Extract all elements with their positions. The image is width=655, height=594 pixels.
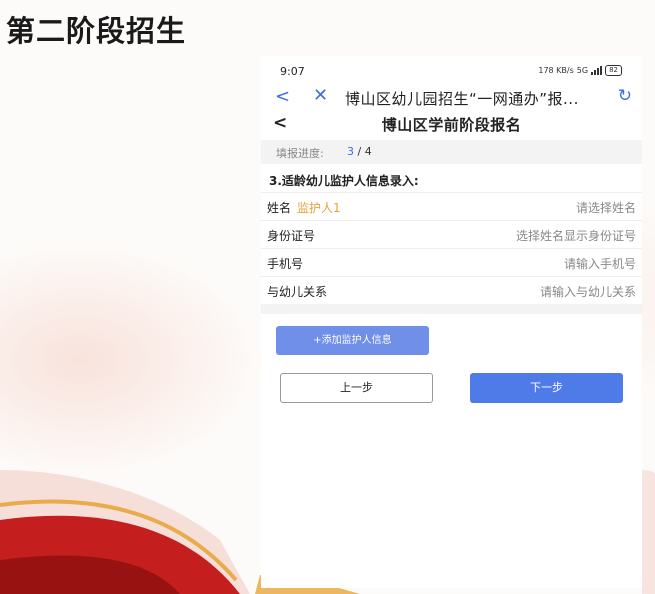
slide-title: 第二阶段招生 [6, 14, 187, 48]
progress-bar: 填报进度: 3 / 4 [261, 140, 642, 164]
guardian-tag: 监护人1 [297, 201, 341, 215]
divider [261, 304, 642, 314]
phone-row[interactable]: 手机号 请输入手机号 [261, 248, 642, 276]
battery-icon: 82 [605, 65, 622, 76]
progress-value: 3 / 4 [347, 145, 372, 158]
section-title: 3.适龄幼儿监护人信息录入: [269, 174, 419, 188]
phone-input[interactable]: 请输入手机号 [564, 255, 636, 272]
browser-close-icon[interactable]: ✕ [313, 85, 328, 106]
status-icons: 178 KB/s 5G 82 [538, 65, 622, 76]
phone-screenshot: 9:07 178 KB/s 5G 82 < ✕ 博山区幼儿园招生“一网通办”报.… [261, 56, 642, 588]
page-title: 博山区学前阶段报名 [381, 116, 522, 134]
progress-current: 3 [347, 145, 354, 158]
id-number-field: 选择姓名显示身份证号 [515, 229, 636, 243]
net-speed: 178 KB/s [538, 66, 574, 75]
signal-icon [591, 66, 603, 75]
browser-title: 博山区幼儿园招生“一网通办”报... [345, 90, 579, 108]
signal-label: 5G [576, 66, 589, 75]
browser-toolbar: < ✕ 博山区幼儿园招生“一网通办”报... ↻ [261, 84, 642, 110]
progress-total: 4 [364, 145, 372, 158]
relationship-label: 与幼儿关系 [267, 285, 328, 299]
status-time: 9:07 [280, 65, 305, 78]
prev-step-button[interactable]: 上一步 [280, 373, 433, 403]
add-guardian-button[interactable]: +添加监护人信息 [276, 326, 429, 355]
id-number-label: 身份证号 [267, 229, 316, 243]
id-number-row: 身份证号 选择姓名显示身份证号 [261, 220, 642, 248]
progress-separator: / [354, 145, 365, 158]
refresh-icon[interactable]: ↻ [618, 86, 632, 106]
name-label: 姓名 监护人1 [267, 201, 341, 215]
name-row[interactable]: 姓名 监护人1 请选择姓名 [261, 192, 642, 220]
next-step-button[interactable]: 下一步 [470, 373, 623, 403]
relationship-row[interactable]: 与幼儿关系 请输入与幼儿关系 [261, 276, 642, 304]
status-bar: 9:07 178 KB/s 5G 82 [261, 56, 642, 84]
progress-label: 填报进度: [276, 147, 324, 160]
phone-label: 手机号 [267, 257, 304, 271]
browser-back-icon[interactable]: < [275, 86, 290, 107]
page-header: < 博山区学前阶段报名 [261, 110, 642, 140]
relationship-input[interactable]: 请输入与幼儿关系 [540, 283, 636, 300]
name-select[interactable]: 请选择姓名 [576, 199, 636, 216]
